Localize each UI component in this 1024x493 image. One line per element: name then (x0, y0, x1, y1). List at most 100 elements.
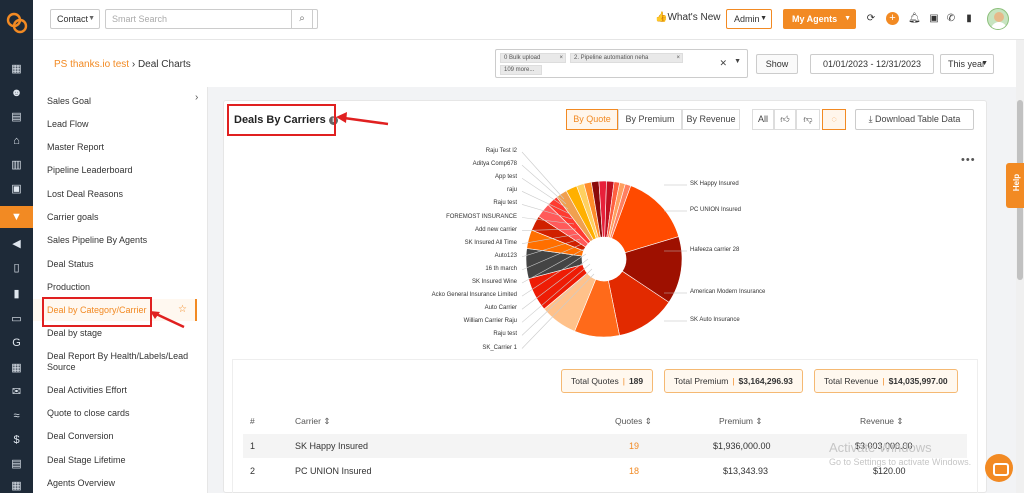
sidebar-item[interactable]: Lost Deal Reasons (47, 189, 197, 200)
breadcrumb-link[interactable]: PS thanks.io test (54, 59, 129, 70)
folder-icon[interactable]: ▭ (10, 313, 23, 326)
column-header-label: Quotes (615, 416, 643, 426)
sidebar-item[interactable]: Deal Conversion (47, 431, 197, 442)
calculator-icon[interactable]: ▮ (963, 12, 975, 26)
chevron-down-icon[interactable]: ▼ (734, 58, 741, 65)
clipboard-icon[interactable]: ▤ (10, 458, 23, 471)
filter-tag-more[interactable]: 109 more... (500, 65, 542, 75)
sidebar-item-label: Production (47, 282, 91, 292)
chat-icon[interactable] (985, 454, 1013, 482)
sort-icon: ⇕ (896, 416, 904, 426)
sidebar-item[interactable]: Agents Overview (47, 478, 197, 489)
tab-all[interactable]: All (752, 109, 774, 130)
google-icon[interactable]: G (10, 337, 23, 350)
phone-icon[interactable]: ✆ (945, 12, 957, 26)
bank-icon[interactable]: ⌂ (10, 135, 23, 148)
help-label: Help (1012, 173, 1022, 192)
dollar-icon[interactable]: $ (10, 434, 23, 447)
column-header-label: Carrier (295, 416, 321, 426)
chevron-down-icon: ▼ (760, 15, 767, 22)
separator: | (732, 376, 735, 386)
legend-label: Raju test (493, 200, 517, 207)
row-premium: $13,343.93 (723, 466, 769, 476)
legend-label: SK Auto Insurance (690, 317, 740, 323)
bell-icon[interactable]: 🔔︎ (908, 12, 921, 26)
my-agents-button[interactable]: My Agents ▼ (783, 9, 856, 29)
filter-tag[interactable]: 2. Pipeline automation neha × (570, 53, 683, 63)
sidebar-item[interactable]: Deal Stage Lifetime (47, 455, 197, 466)
date-range-input[interactable]: 01/01/2023 - 12/31/2023 (810, 54, 934, 74)
sidebar-item[interactable]: Production (47, 282, 197, 293)
thumbs-up-icon[interactable]: 👍︎ (774, 109, 796, 130)
sidebar-item[interactable]: Sales Pipeline By Agents (47, 235, 197, 246)
more-options-icon[interactable]: ••• (961, 154, 976, 166)
sidebar-item-label: Quote to close cards (47, 408, 130, 418)
mobile-icon[interactable]: ▯ (10, 262, 23, 275)
handshake-icon[interactable]: ≈ (10, 410, 23, 423)
tasks-icon[interactable]: ▣ (928, 12, 940, 26)
column-header-quotes[interactable]: Quotes ⇕ (615, 416, 652, 427)
tab-by-revenue[interactable]: By Revenue (682, 109, 740, 130)
total-premium-value: $3,164,296.93 (738, 376, 793, 386)
column-header-premium[interactable]: Premium ⇕ (719, 416, 763, 427)
search-icon[interactable]: ⌕ (291, 9, 313, 29)
sidebar-item-label: Pipeline Leaderboard (47, 165, 133, 175)
sidebar-item[interactable]: Carrier goals (47, 212, 197, 223)
close-icon[interactable]: × (559, 54, 563, 63)
add-icon[interactable]: + (886, 12, 899, 25)
refresh-icon[interactable]: ⟳ (865, 12, 877, 26)
grid-icon[interactable]: ▦ (10, 480, 23, 493)
page-scrollbar[interactable] (1016, 40, 1024, 493)
my-agents-label: My Agents (792, 14, 838, 24)
legend-label: American Modern Insurance (690, 289, 766, 295)
calendar-icon[interactable]: ▥ (10, 159, 23, 172)
legend-label: FOREMOST INSURANCE (446, 213, 517, 220)
sidebar-item[interactable]: Deal Status (47, 259, 197, 270)
row-quotes[interactable]: 18 (629, 459, 639, 483)
column-header-carrier[interactable]: Carrier ⇕ (295, 416, 330, 427)
chevron-down-icon: ▼ (844, 15, 851, 22)
admin-select[interactable]: Admin ▼ (726, 9, 772, 29)
tab-by-premium[interactable]: By Premium (618, 109, 682, 130)
show-button[interactable]: Show (756, 54, 798, 74)
documents-icon[interactable]: ▤ (10, 111, 23, 124)
close-icon[interactable]: × (676, 54, 680, 63)
whats-new-link[interactable]: 👍What's New (655, 12, 721, 23)
user-avatar[interactable] (987, 8, 1009, 30)
help-tab[interactable]: Help (1006, 163, 1024, 208)
filter-tag[interactable]: 0 Bulk upload × (500, 53, 566, 63)
contacts-icon[interactable]: ☻ (10, 87, 23, 100)
user-card-icon[interactable]: ▣ (10, 183, 23, 196)
app-logo-icon[interactable] (6, 12, 28, 34)
loading-icon[interactable]: ◌ (822, 109, 846, 130)
thumbs-down-icon[interactable]: 👎︎ (796, 109, 820, 130)
column-header-revenue[interactable]: Revenue ⇕ (860, 416, 904, 427)
reports-chart-icon[interactable]: ▮ (10, 288, 23, 301)
sidebar-item-label: Deal Report By Health/Labels/Lead Source (47, 351, 189, 372)
sidebar-item[interactable]: Sales Goal (47, 96, 197, 107)
filter-funnel-icon[interactable]: ▼ (0, 206, 33, 228)
sidebar-item[interactable]: Lead Flow (47, 119, 197, 130)
sidebar-item[interactable]: Pipeline Leaderboard (47, 165, 197, 176)
sidebar-item[interactable]: Quote to close cards (47, 408, 197, 419)
pipeline-filter-select[interactable]: 0 Bulk upload × 2. Pipeline automation ne… (495, 49, 748, 78)
row-number: 2 (250, 466, 256, 476)
megaphone-icon[interactable]: ◀ (10, 238, 23, 251)
legend-label: Add new carrier (474, 226, 517, 233)
context-select[interactable]: Contact ▼ (50, 9, 100, 29)
legend-label: SK_Carrier 1 (482, 344, 517, 351)
mail-icon[interactable]: ✉ (10, 386, 23, 399)
search-input[interactable]: Smart Search (105, 9, 318, 29)
period-select[interactable]: This year ▼ (940, 54, 994, 74)
sidebar-item-label: Deal by stage (47, 328, 103, 338)
calendar-alt-icon[interactable]: ▦ (10, 362, 23, 375)
sidebar-item[interactable]: Deal Activities Effort (47, 385, 197, 396)
row-quotes[interactable]: 19 (629, 434, 639, 458)
clear-icon[interactable]: ✕ (719, 58, 727, 69)
tab-by-quote[interactable]: By Quote (566, 109, 618, 130)
row-carrier: PC UNION Insured (295, 466, 372, 476)
sidebar-item[interactable]: Master Report (47, 142, 197, 153)
sidebar-item[interactable]: Deal Report By Health/Labels/Lead Source (47, 351, 197, 373)
dashboard-icon[interactable]: ▦ (10, 63, 23, 76)
download-table-button[interactable]: ⤓ Download Table Data (855, 109, 974, 130)
